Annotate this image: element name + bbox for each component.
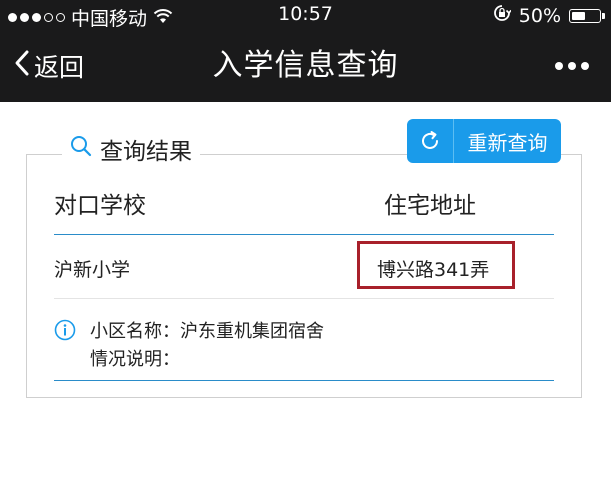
chevron-left-icon (14, 49, 30, 83)
more-dot-icon (581, 62, 589, 70)
column-header-school: 对口学校 (54, 193, 146, 219)
more-menu-button[interactable] (555, 30, 589, 102)
status-right: 50% (493, 4, 605, 27)
back-label: 返回 (34, 53, 85, 82)
nav-bar: 入学信息查询 返回 (0, 30, 611, 102)
more-dot-icon (568, 62, 576, 70)
page-title: 入学信息查询 (212, 48, 399, 83)
info-divider (54, 380, 554, 381)
column-header-address: 住宅地址 (384, 193, 476, 219)
back-button[interactable]: 返回 (14, 30, 84, 102)
rotation-lock-icon (493, 4, 512, 27)
battery-fill (572, 11, 585, 20)
community-name: 小区名称：沪东重机集团宿舍 (90, 321, 324, 342)
battery-percent: 50% (518, 4, 561, 27)
more-dot-icon (555, 62, 563, 70)
school-cell: 沪新小学 (54, 259, 131, 281)
search-icon (70, 135, 92, 163)
result-legend: 查询结果 (62, 132, 200, 166)
info-icon (54, 319, 76, 345)
result-section-title: 查询结果 (100, 139, 192, 165)
requery-button[interactable]: 重新查询 (407, 119, 561, 163)
battery-icon (569, 8, 605, 23)
refresh-icon (407, 119, 454, 163)
status-bar: 中国移动 10:57 50% (0, 0, 611, 30)
address-cell: 博兴路341弄 (377, 259, 490, 281)
row-divider (54, 298, 554, 299)
requery-label: 重新查询 (467, 130, 548, 155)
situation-notes: 情况说明： (90, 349, 180, 370)
header-divider (54, 234, 554, 235)
